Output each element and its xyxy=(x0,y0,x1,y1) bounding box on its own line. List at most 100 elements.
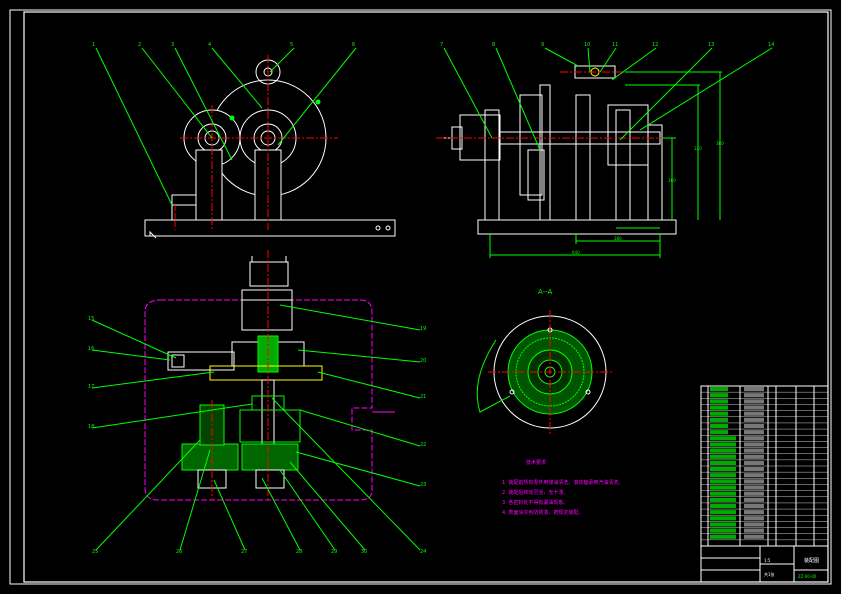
plan-leader xyxy=(91,349,171,361)
side-wheel xyxy=(607,104,649,166)
parts-row-code-cell xyxy=(744,516,764,521)
plan-right-foot xyxy=(255,469,285,489)
drawing-sheet: 共1张 xyxy=(764,571,775,577)
section-label: A--A xyxy=(538,288,553,296)
callout-number: 12 xyxy=(652,42,658,48)
parts-row-code-cell xyxy=(744,473,764,478)
dim-value: 380 xyxy=(716,141,724,146)
parts-row-name-cell xyxy=(710,411,728,416)
callout-number: 5 xyxy=(290,42,293,48)
parts-row-code-cell xyxy=(744,454,764,459)
callout-number: 23 xyxy=(420,482,426,488)
side-callout-numbers: 7 8 9 10 11 12 13 14 xyxy=(440,42,774,48)
dim-value: 280 xyxy=(614,236,622,241)
front-left-upright xyxy=(195,149,223,221)
callout-number: 15 xyxy=(88,316,94,322)
parts-row-code-cell xyxy=(744,411,764,416)
parts-row-name-cell xyxy=(710,516,736,521)
callout-number: 24 xyxy=(420,549,426,555)
front-motor-block xyxy=(171,194,197,221)
callout-number: 18 xyxy=(88,424,94,430)
parts-row-code-cell xyxy=(744,497,764,502)
front-leader-4 xyxy=(211,47,263,109)
parts-row-code-cell xyxy=(744,387,764,392)
parts-row-name-cell xyxy=(710,393,728,398)
plan-leader xyxy=(299,409,421,447)
plan-leader xyxy=(213,479,246,551)
plan-leader xyxy=(95,439,201,551)
parts-row-name-cell xyxy=(710,436,736,441)
parts-row-code-cell xyxy=(744,417,764,422)
plan-top-clamp xyxy=(249,261,289,287)
side-plate-a xyxy=(519,94,543,196)
dim-value: 160 xyxy=(668,178,676,183)
inner-frame xyxy=(23,11,829,583)
side-leader-7 xyxy=(443,47,493,139)
parts-row-name-cell xyxy=(710,405,728,410)
parts-row-code-cell xyxy=(744,534,764,539)
parts-row-code-cell xyxy=(744,442,764,447)
side-leader-9 xyxy=(544,47,579,67)
side-dimensions xyxy=(489,71,722,258)
drawing-scale: 1:5 xyxy=(764,558,771,563)
parts-row-code-cell xyxy=(744,528,764,533)
callout-number: 17 xyxy=(88,384,94,390)
note-item: 1. 装配前所有零件用煤油清洗，滚动轴承用汽油清洗。 xyxy=(502,479,623,486)
notes-title: 技术要求 xyxy=(526,459,546,466)
parts-row-name-cell xyxy=(710,491,736,496)
callout-number: 6 xyxy=(352,42,355,48)
callout-number: 10 xyxy=(584,42,590,48)
note-item: 3. 各密封处不得有漏油现象。 xyxy=(502,499,568,506)
parts-row-code-cell xyxy=(744,485,764,490)
side-upright-3 xyxy=(575,94,591,221)
plan-left-housing xyxy=(181,443,239,471)
callout-number: 21 xyxy=(420,394,426,400)
callout-number: 4 xyxy=(208,42,211,48)
callout-number: 8 xyxy=(492,42,495,48)
parts-row-name-cell xyxy=(710,503,736,509)
parts-row-name-cell xyxy=(710,497,736,502)
plan-leader xyxy=(91,403,253,429)
technical-notes: 技术要求 1. 装配前所有零件用煤油清洗，滚动轴承用汽油清洗。 2. 装配后转动… xyxy=(502,459,623,516)
parts-row-code-cell xyxy=(744,460,764,465)
callout-number: 20 xyxy=(420,358,426,364)
callout-number: 11 xyxy=(612,42,618,48)
side-leader-8 xyxy=(495,47,541,151)
parts-row-code-cell xyxy=(744,510,764,515)
parts-row-code-cell xyxy=(744,430,764,435)
parts-row-name-cell xyxy=(710,467,736,472)
front-base-break xyxy=(149,230,157,239)
parts-row-name-cell xyxy=(710,528,736,533)
plan-right-housing xyxy=(241,443,299,471)
callout-number: 9 xyxy=(541,42,544,48)
drawing-name: 装配图 xyxy=(804,557,819,564)
parts-row-name-cell xyxy=(710,479,736,484)
parts-row-name-cell xyxy=(710,473,736,478)
callout-number: 28 xyxy=(296,549,302,555)
plan-leader xyxy=(279,304,421,331)
note-item: 4. 表面涂灰色防锈漆，按规定装配。 xyxy=(502,509,583,516)
parts-row-code-cell xyxy=(744,448,764,453)
parts-list xyxy=(700,385,829,547)
front-leader-5 xyxy=(269,47,295,73)
callout-number: 16 xyxy=(88,346,94,352)
parts-row-code-cell xyxy=(744,436,764,441)
side-upright-1 xyxy=(484,109,500,221)
dim-value: 640 xyxy=(572,250,580,255)
parts-row-code-cell xyxy=(744,399,764,404)
parts-row-code-cell xyxy=(744,423,764,429)
side-leader-12 xyxy=(611,47,657,81)
plan-leader xyxy=(91,319,177,359)
callout-number: 27 xyxy=(241,549,247,555)
title-block: 装配图 1:5 共1张 ZZ-00-00 xyxy=(700,545,829,583)
callout-number: 13 xyxy=(708,42,714,48)
callout-number: 7 xyxy=(440,42,443,48)
parts-list-rows xyxy=(701,387,828,541)
section-leader-arc xyxy=(476,339,511,413)
parts-row-name-cell xyxy=(710,534,736,539)
plan-right-box xyxy=(239,409,301,443)
front-leader-2 xyxy=(141,47,213,139)
cad-drawing-canvas: 1 2 3 4 5 6 380 120 160 640 280 7 8 9 10… xyxy=(9,9,832,585)
section-aa: A--A xyxy=(476,288,612,434)
parts-row-name-cell xyxy=(710,399,728,404)
